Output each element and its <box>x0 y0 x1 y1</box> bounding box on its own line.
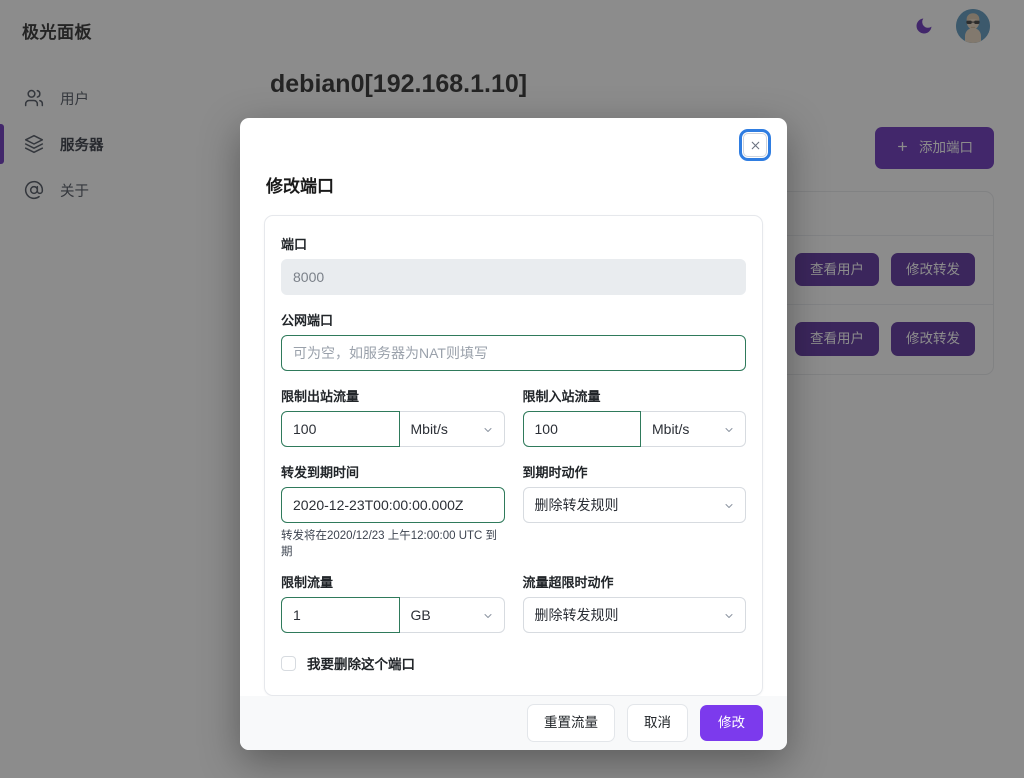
expire-time-helper: 转发将在2020/12/23 上午12:00:00 UTC 到期 <box>281 527 505 559</box>
traffic-unit-value: GB <box>411 607 431 623</box>
expiry-row: 转发到期时间 转发将在2020/12/23 上午12:00:00 UTC 到期 … <box>281 462 746 559</box>
field-traffic-limit: 限制流量 GB <box>281 572 505 633</box>
field-expire-time-label: 转发到期时间 <box>281 462 505 481</box>
modal-body: 端口 公网端口 限制出站流量 Mbit/s <box>240 197 787 696</box>
close-icon[interactable] <box>743 133 767 157</box>
modal-footer: 重置流量 取消 修改 <box>240 696 787 750</box>
field-expire-action-label: 到期时动作 <box>523 462 747 481</box>
field-expire-time: 转发到期时间 转发将在2020/12/23 上午12:00:00 UTC 到期 <box>281 462 505 559</box>
field-egress-limit: 限制出站流量 Mbit/s <box>281 386 505 447</box>
chevron-down-icon <box>723 423 735 435</box>
traffic-row: 限制流量 GB <box>281 572 746 633</box>
expire-time-input[interactable] <box>281 487 505 523</box>
field-traffic-action-label: 流量超限时动作 <box>523 572 747 591</box>
egress-limit-group: Mbit/s <box>281 411 505 447</box>
delete-port-checkbox[interactable] <box>281 656 296 671</box>
field-traffic-limit-label: 限制流量 <box>281 572 505 591</box>
egress-limit-input[interactable] <box>281 411 400 447</box>
delete-port-label: 我要删除这个端口 <box>307 653 415 673</box>
field-port: 端口 <box>281 234 746 295</box>
traffic-unit-select[interactable]: GB <box>400 597 505 633</box>
field-traffic-action: 流量超限时动作 删除转发规则 <box>523 572 747 633</box>
chevron-down-icon <box>723 609 735 621</box>
ingress-unit-value: Mbit/s <box>652 421 689 437</box>
traffic-action-select[interactable]: 删除转发规则 <box>523 597 747 633</box>
traffic-limit-input[interactable] <box>281 597 400 633</box>
ingress-limit-group: Mbit/s <box>523 411 747 447</box>
field-public-port-label: 公网端口 <box>281 310 746 329</box>
modal-close-wrap <box>743 133 767 157</box>
confirm-button[interactable]: 修改 <box>700 705 763 741</box>
field-public-port: 公网端口 <box>281 310 746 371</box>
chevron-down-icon <box>482 609 494 621</box>
ingress-unit-select[interactable]: Mbit/s <box>641 411 746 447</box>
field-egress-limit-label: 限制出站流量 <box>281 386 505 405</box>
app-root: 极光面板 用户 <box>0 0 1024 778</box>
egress-unit-value: Mbit/s <box>411 421 448 437</box>
edit-port-modal: 修改端口 端口 公网端口 限制出站流量 <box>240 118 787 750</box>
chevron-down-icon <box>482 423 494 435</box>
traffic-limit-group: GB <box>281 597 505 633</box>
public-port-input[interactable] <box>281 335 746 371</box>
port-input <box>281 259 746 295</box>
reset-traffic-button[interactable]: 重置流量 <box>527 704 615 742</box>
modal-title: 修改端口 <box>240 118 787 197</box>
ingress-limit-input[interactable] <box>523 411 642 447</box>
field-delete-port: 我要删除这个端口 <box>281 653 746 673</box>
cancel-button[interactable]: 取消 <box>627 704 688 742</box>
field-ingress-limit-label: 限制入站流量 <box>523 386 747 405</box>
traffic-action-value: 删除转发规则 <box>535 605 619 625</box>
field-port-label: 端口 <box>281 234 746 253</box>
expire-action-select[interactable]: 删除转发规则 <box>523 487 747 523</box>
field-ingress-limit: 限制入站流量 Mbit/s <box>523 386 747 447</box>
expire-action-value: 删除转发规则 <box>535 495 619 515</box>
port-form: 端口 公网端口 限制出站流量 Mbit/s <box>264 215 763 696</box>
field-expire-action: 到期时动作 删除转发规则 <box>523 462 747 559</box>
egress-unit-select[interactable]: Mbit/s <box>400 411 505 447</box>
bandwidth-limits-row: 限制出站流量 Mbit/s <box>281 386 746 447</box>
chevron-down-icon <box>723 499 735 511</box>
